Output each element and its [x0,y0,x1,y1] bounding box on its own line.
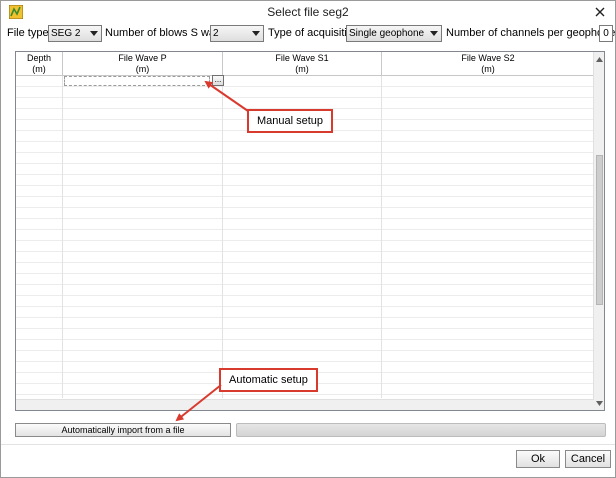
automatic-setup-callout: Automatic setup [219,368,318,392]
window-title: Select file seg2 [267,5,349,19]
blows-select[interactable]: 2 [210,25,264,42]
dropdown-arrow-icon [252,31,260,36]
cancel-button[interactable]: Cancel [565,450,611,468]
column-unit: (m) [295,64,309,74]
import-progress-bar [236,423,606,437]
scrollbar-thumb[interactable] [596,155,603,305]
column-unit: (m) [32,64,46,74]
file-type-select[interactable]: SEG 2 [48,25,102,42]
column-header-wave-p[interactable]: File Wave P (m) [63,52,223,75]
wave-p-edit-cell[interactable] [64,76,210,86]
title-bar: Select file seg2 [1,1,615,23]
channels-label: Number of channels per geophone [446,27,616,39]
column-unit: (m) [481,64,495,74]
files-table: Depth (m) File Wave P (m) File Wave S1 (… [15,51,605,411]
acquisition-select[interactable]: Single geophone [346,25,442,42]
vertical-scrollbar[interactable] [593,52,604,410]
dropdown-arrow-icon [430,31,438,36]
scroll-up-icon[interactable] [595,54,604,64]
dropdown-arrow-icon [90,31,98,36]
column-unit: (m) [135,64,150,74]
column-title: File Wave P [118,53,167,63]
table-header: Depth (m) File Wave P (m) File Wave S1 (… [16,52,594,76]
scroll-down-icon[interactable] [595,398,604,408]
file-type-value: SEG 2 [51,28,81,39]
options-toolbar: File type SEG 2 Number of blows S waves … [1,23,615,43]
acquisition-value: Single geophone [349,28,425,39]
file-type-label: File type [7,27,49,39]
column-title: File Wave S2 [461,53,515,63]
browse-button[interactable]: ... [212,75,224,86]
column-header-wave-s1[interactable]: File Wave S1 (m) [223,52,382,75]
column-header-depth[interactable]: Depth (m) [16,52,63,75]
blows-value: 2 [213,28,219,39]
ok-button[interactable]: Ok [516,450,560,468]
column-header-wave-s2[interactable]: File Wave S2 (m) [382,52,594,75]
column-title: Depth [26,53,52,63]
import-from-file-button[interactable]: Automatically import from a file [15,423,231,437]
manual-setup-callout: Manual setup [247,109,334,133]
dialog-window: Select file seg2 File type SEG 2 Number … [0,0,616,478]
column-title: File Wave S1 [275,53,329,63]
footer-divider [1,444,615,445]
close-button[interactable] [589,2,611,22]
close-icon [595,7,605,17]
horizontal-scrollbar[interactable] [16,399,594,410]
channels-input[interactable]: 0 [599,25,613,42]
